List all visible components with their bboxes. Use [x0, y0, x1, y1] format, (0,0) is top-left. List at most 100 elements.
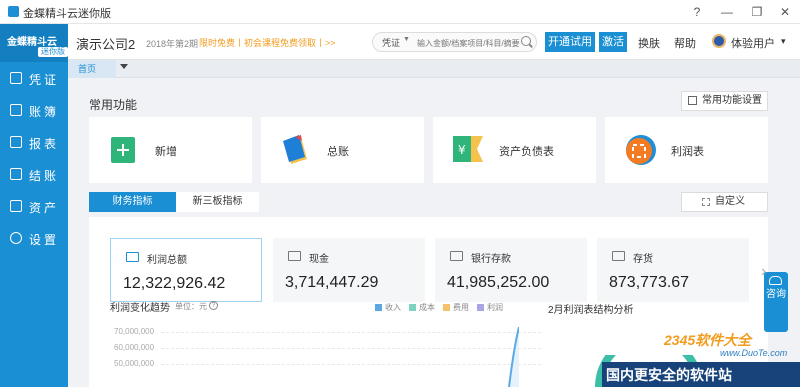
sidebar-item-label: 报表 [29, 137, 60, 151]
bank-icon [450, 251, 463, 261]
checkout-icon [10, 168, 22, 180]
metric-card[interactable]: 现金 3,714,447.29 [273, 238, 425, 302]
svg-text:¥: ¥ [458, 143, 466, 157]
grid-icon [702, 198, 710, 206]
minimize-button[interactable]: — [718, 3, 736, 21]
section-title: 常用功能 [89, 98, 138, 112]
quick-card-label: 资产负债表 [499, 146, 554, 158]
legend-item[interactable]: 利润 [477, 302, 503, 313]
help-icon[interactable]: ? [688, 3, 706, 21]
ledger-icon [10, 104, 22, 116]
consult-button[interactable]: 咨询 [764, 272, 788, 332]
trial-button[interactable]: 开通试用 [545, 32, 595, 52]
asset-icon [10, 200, 22, 212]
promo-link[interactable]: 限时免费丨初会课程免费领取丨>> [199, 36, 336, 49]
sidebar-item-report[interactable]: 报表 [0, 128, 68, 158]
y-axis-tick: 70,000,000 [114, 327, 155, 336]
legend-item[interactable]: 成本 [409, 302, 435, 313]
sidebar-item-settings[interactable]: 设置 [0, 224, 68, 254]
accounting-period: 2018年第2期 [146, 39, 199, 49]
cash-icon [288, 251, 301, 261]
headset-icon [769, 276, 782, 285]
search-box: 凭证 ▼ [372, 32, 537, 52]
tab-neeq-indicators[interactable]: 新三板指标 [176, 192, 259, 212]
chevron-down-icon[interactable] [120, 64, 128, 69]
close-button[interactable]: ✕ [776, 3, 794, 21]
general-ledger-icon [283, 135, 307, 164]
chevron-down-icon: ▼ [403, 36, 410, 43]
sidebar-item-label: 设置 [29, 233, 60, 247]
legend-swatch [443, 304, 450, 311]
quick-card-profit-statement[interactable]: 利润表 [605, 117, 768, 183]
metric-card[interactable]: 存货 873,773.67 [597, 238, 749, 302]
trend-title: 利润变化趋势 [110, 303, 170, 314]
profit-statement-icon [626, 135, 656, 165]
sidebar-item-voucher[interactable]: 凭证 [0, 64, 68, 94]
metric-value: 12,322,926.42 [123, 275, 226, 292]
watermark: 2345软件大全 www.DuoTe.com 国内更安全的软件站 [602, 330, 800, 387]
gear-icon [10, 232, 22, 244]
sidebar-item-label: 结账 [29, 169, 60, 183]
search-icon[interactable] [521, 36, 531, 46]
legend-swatch [477, 304, 484, 311]
help-button[interactable]: 帮助 [674, 35, 696, 51]
trend-line [508, 327, 519, 387]
quick-card-label: 新增 [155, 146, 177, 158]
sidebar-item-ledger[interactable]: 账簿 [0, 96, 68, 126]
legend-label: 费用 [453, 303, 469, 312]
watermark-url: www.DuoTe.com [720, 348, 788, 358]
trend-unit: 单位：元 [175, 302, 207, 311]
y-axis-tick: 60,000,000 [114, 343, 155, 352]
consult-label: 咨询 [766, 289, 786, 300]
legend-item[interactable]: 收入 [375, 302, 401, 313]
quick-card-new[interactable]: 新增 [89, 117, 252, 183]
legend-swatch [375, 304, 382, 311]
quick-card-balance-sheet[interactable]: ¥ 资产负债表 [433, 117, 596, 183]
activate-button[interactable]: 激活 [599, 32, 627, 52]
metric-value: 3,714,447.29 [285, 274, 379, 291]
settings-icon [688, 96, 697, 105]
app-title: 金蝶精斗云迷你版 [23, 8, 111, 20]
inventory-icon [612, 251, 625, 261]
y-axis-tick: 50,000,000 [114, 359, 155, 368]
sidebar-item-label: 资产 [29, 201, 60, 215]
sidebar-item-asset[interactable]: 资产 [0, 192, 68, 222]
legend-swatch [409, 304, 416, 311]
title-bar: 金蝶精斗云迷你版 ? — ❐ ✕ [0, 0, 800, 24]
metric-card[interactable]: 利润总额 12,322,926.42 [110, 238, 262, 302]
user-menu[interactable]: 体验用户 [731, 35, 775, 51]
tab-strip: 首页 [68, 60, 800, 78]
metric-card[interactable]: 银行存款 41,985,252.00 [435, 238, 587, 302]
legend-label: 成本 [419, 303, 435, 312]
legend-item[interactable]: 费用 [443, 302, 469, 313]
chevron-down-icon[interactable]: ▾ [781, 36, 786, 47]
search-type-select[interactable]: 凭证 [382, 36, 400, 49]
metric-value: 41,985,252.00 [447, 274, 550, 291]
help-icon[interactable]: ? [209, 301, 218, 310]
report-icon [10, 136, 22, 148]
sidebar-item-checkout[interactable]: 结账 [0, 160, 68, 190]
avatar[interactable] [712, 34, 726, 48]
customize-button[interactable]: 自定义 [681, 192, 768, 212]
watermark-brand: 2345软件大全 [664, 332, 752, 348]
quick-card-general-ledger[interactable]: 总账 [261, 117, 424, 183]
sidebar-item-label: 凭证 [29, 73, 60, 87]
search-input[interactable] [417, 37, 521, 49]
company-name[interactable]: 演示公司2 [76, 34, 135, 53]
maximize-button[interactable]: ❐ [748, 3, 766, 21]
balance-sheet-icon: ¥ [453, 136, 483, 162]
tab-financial-indicators[interactable]: 财务指标 [89, 192, 176, 212]
metric-label: 存货 [633, 254, 653, 265]
common-settings-button[interactable]: 常用功能设置 [681, 91, 768, 111]
brand: 金蝶精斗云 迷你版 [0, 24, 68, 62]
edition-badge: 迷你版 [38, 47, 68, 57]
quick-card-label: 总账 [327, 146, 349, 158]
voucher-icon [10, 72, 22, 84]
skin-button[interactable]: 换肤 [638, 35, 660, 51]
add-icon [111, 137, 135, 163]
tab-home[interactable]: 首页 [68, 60, 116, 78]
pie-title: 2月利润表结构分析 [548, 305, 634, 316]
legend-label: 利润 [487, 303, 503, 312]
header: 演示公司2 2018年第2期 限时免费丨初会课程免费领取丨>> 凭证 ▼ 开通试… [68, 24, 800, 60]
metric-label: 银行存款 [471, 254, 511, 265]
